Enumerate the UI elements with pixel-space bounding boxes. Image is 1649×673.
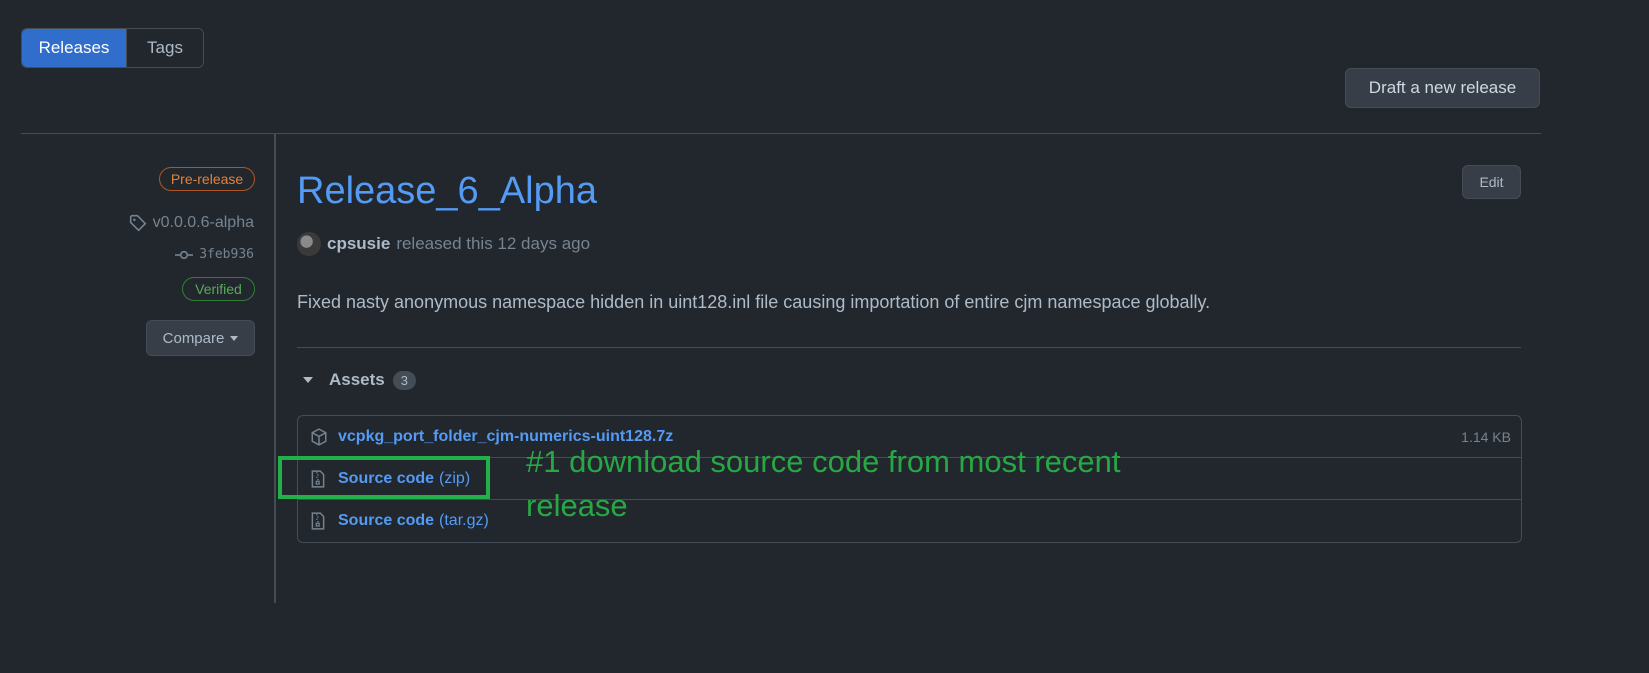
file-zip-icon bbox=[310, 511, 328, 530]
annotation-highlight-box bbox=[278, 456, 490, 499]
assets-label: Assets bbox=[329, 370, 385, 389]
body-divider bbox=[297, 347, 1521, 348]
author-name[interactable]: cpsusie bbox=[327, 234, 390, 254]
commit-link[interactable]: 3feb936 bbox=[175, 247, 254, 262]
asset-size: 1.14 KB bbox=[1461, 428, 1511, 445]
tag-icon bbox=[129, 214, 147, 232]
asset-format: (tar.gz) bbox=[439, 511, 489, 529]
package-icon bbox=[310, 427, 328, 446]
tab-releases[interactable]: Releases bbox=[22, 29, 127, 67]
compare-button[interactable]: Compare bbox=[146, 320, 255, 356]
triangle-down-icon bbox=[303, 377, 313, 383]
compare-label: Compare bbox=[162, 329, 225, 347]
tab-tags[interactable]: Tags bbox=[127, 29, 203, 67]
annotation-text: #1 download source code from most recent… bbox=[526, 444, 1121, 523]
released-text: released this 12 days ago bbox=[396, 234, 591, 253]
verified-badge[interactable]: Verified bbox=[182, 277, 255, 301]
release-tabs: Releases Tags bbox=[21, 28, 204, 68]
git-commit-icon bbox=[175, 249, 194, 261]
timeline-line bbox=[274, 133, 276, 603]
tag-link[interactable]: v0.0.0.6-alpha bbox=[129, 214, 254, 232]
release-author-row: cpsusie released this 12 days ago bbox=[297, 232, 590, 256]
draft-new-release-button[interactable]: Draft a new release bbox=[1345, 68, 1540, 108]
edit-button[interactable]: Edit bbox=[1462, 165, 1521, 199]
assets-toggle[interactable]: Assets 3 bbox=[297, 370, 416, 390]
chevron-down-icon bbox=[230, 335, 239, 341]
prerelease-badge: Pre-release bbox=[159, 167, 255, 191]
release-title[interactable]: Release_6_Alpha bbox=[297, 170, 597, 213]
top-divider bbox=[21, 133, 1541, 134]
source-code-targz-link[interactable]: Source code bbox=[338, 512, 434, 530]
release-description: Fixed nasty anonymous namespace hidden i… bbox=[297, 292, 1211, 312]
assets-count: 3 bbox=[392, 370, 416, 390]
commit-sha: 3feb936 bbox=[199, 247, 254, 262]
avatar[interactable] bbox=[297, 232, 321, 256]
tag-label: v0.0.0.6-alpha bbox=[152, 214, 254, 231]
